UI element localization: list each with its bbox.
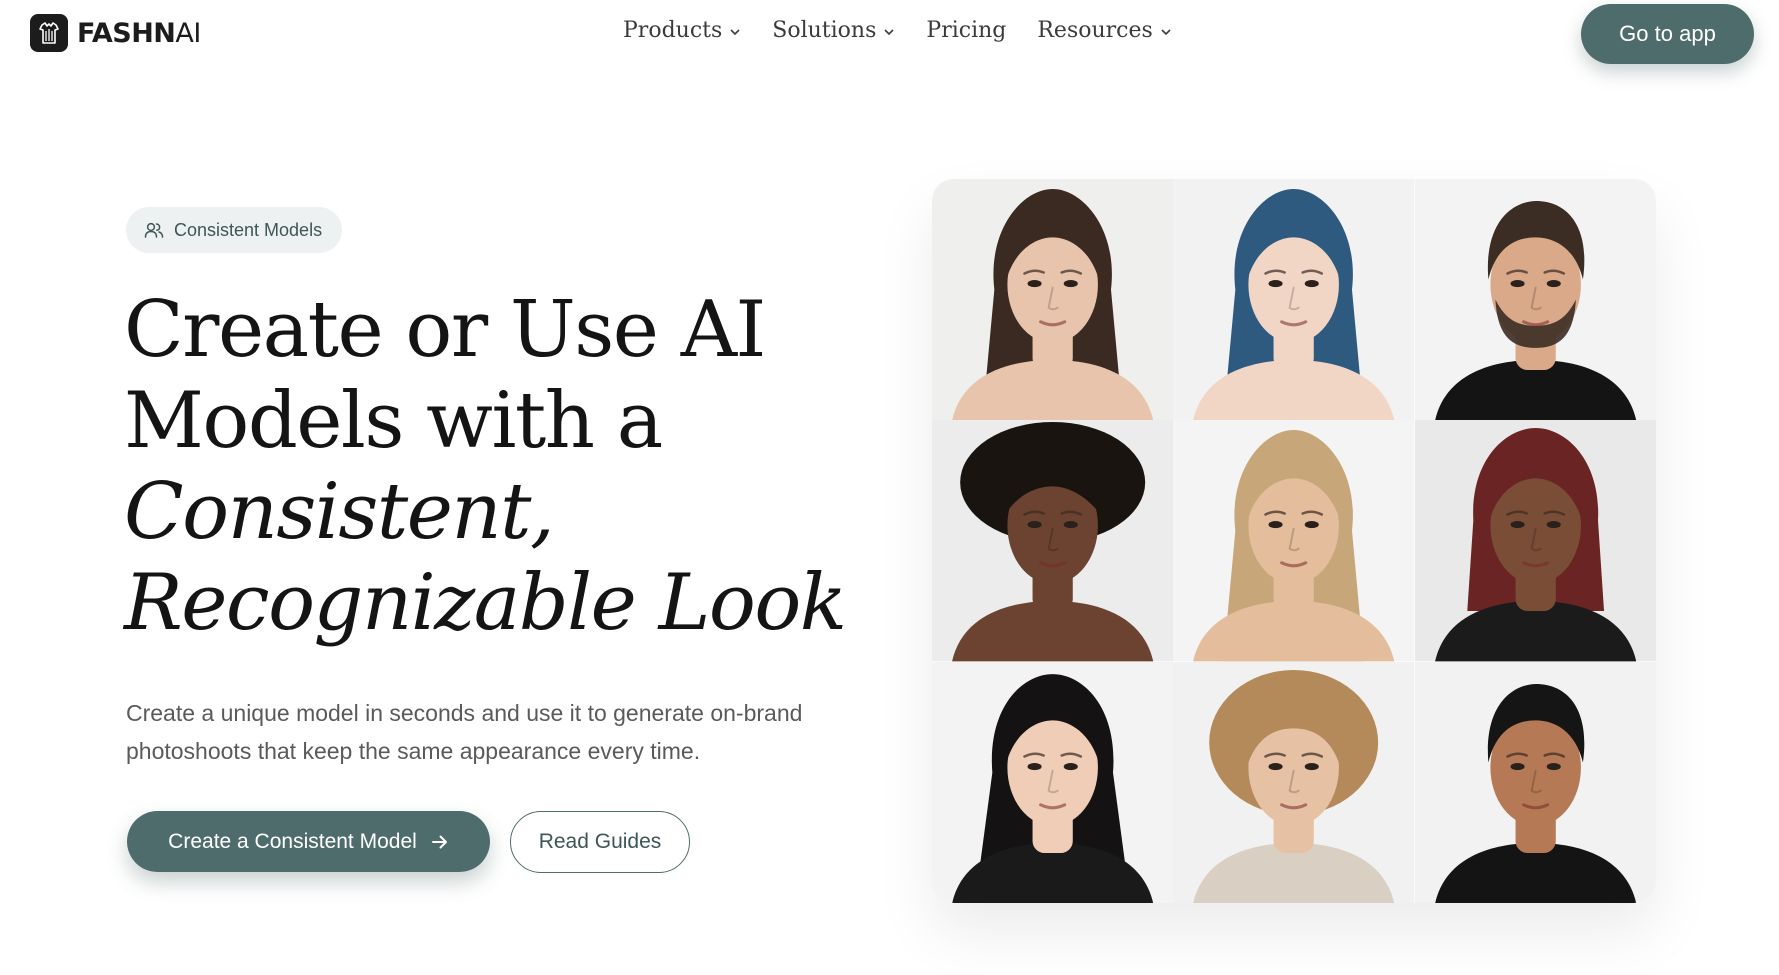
model-portrait-2 [1173, 179, 1415, 421]
portrait-image [1173, 661, 1415, 903]
nav-products[interactable]: Products [623, 18, 741, 43]
model-portrait-1 [932, 179, 1174, 421]
logo-wordmark: FASHNAI [77, 18, 201, 49]
model-portrait-4 [932, 420, 1174, 662]
go-to-app-button[interactable]: Go to app [1581, 4, 1754, 64]
logo-icon [30, 14, 68, 52]
create-consistent-model-label: Create a Consistent Model [168, 829, 417, 853]
model-portrait-9 [1414, 661, 1656, 903]
headline-line-4: Recognizable Look [124, 558, 847, 648]
chevron-down-icon [730, 29, 740, 36]
model-portrait-8 [1173, 661, 1415, 903]
model-portrait-3 [1414, 179, 1656, 421]
fashnai-logo[interactable]: FASHNAI [30, 14, 201, 52]
model-portrait-5 [1173, 420, 1415, 662]
consistent-models-badge: Consistent Models [126, 207, 343, 253]
hero-headline: Create or Use AI Models with a Consisten… [124, 285, 884, 649]
model-portrait-6 [1414, 420, 1656, 662]
nav-solutions[interactable]: Solutions [772, 18, 895, 43]
chevron-down-icon [884, 29, 894, 36]
nav-pricing[interactable]: Pricing [926, 18, 1006, 43]
arrow-right-icon [431, 834, 449, 850]
read-guides-button[interactable]: Read Guides [510, 811, 690, 873]
nav-solutions-label: Solutions [772, 18, 877, 43]
users-icon [144, 221, 164, 239]
portrait-image [1414, 179, 1656, 421]
portrait-image [932, 420, 1174, 662]
nav-resources[interactable]: Resources [1037, 18, 1171, 43]
nav-pricing-label: Pricing [926, 18, 1007, 43]
headline-line-3: Consistent, [124, 467, 555, 557]
portrait-image [1414, 661, 1656, 903]
portrait-image [932, 661, 1174, 903]
portrait-image [1414, 420, 1656, 662]
logo-wordmark-bold: FASHN [77, 17, 176, 49]
badge-label: Consistent Models [174, 219, 323, 240]
model-portrait-7 [932, 661, 1174, 903]
hero-subtext: Create a unique model in seconds and use… [126, 700, 803, 764]
logo-wordmark-light: AI [175, 17, 201, 49]
portrait-image [1173, 179, 1415, 421]
nav-resources-label: Resources [1037, 18, 1153, 43]
nav-products-label: Products [623, 18, 723, 43]
headline-line-2: Models with a [124, 376, 663, 466]
portrait-image [1173, 420, 1415, 662]
main-menu: Products Solutions Pricing Resources [623, 18, 1172, 43]
chevron-down-icon [1161, 29, 1171, 36]
model-portrait-grid [932, 179, 1656, 903]
top-navigation: FASHNAI Products Solutions Pricing Resou… [0, 0, 1779, 68]
headline-line-1: Create or Use AI [124, 285, 766, 375]
portrait-image [932, 179, 1174, 421]
create-consistent-model-button[interactable]: Create a Consistent Model [127, 811, 490, 872]
